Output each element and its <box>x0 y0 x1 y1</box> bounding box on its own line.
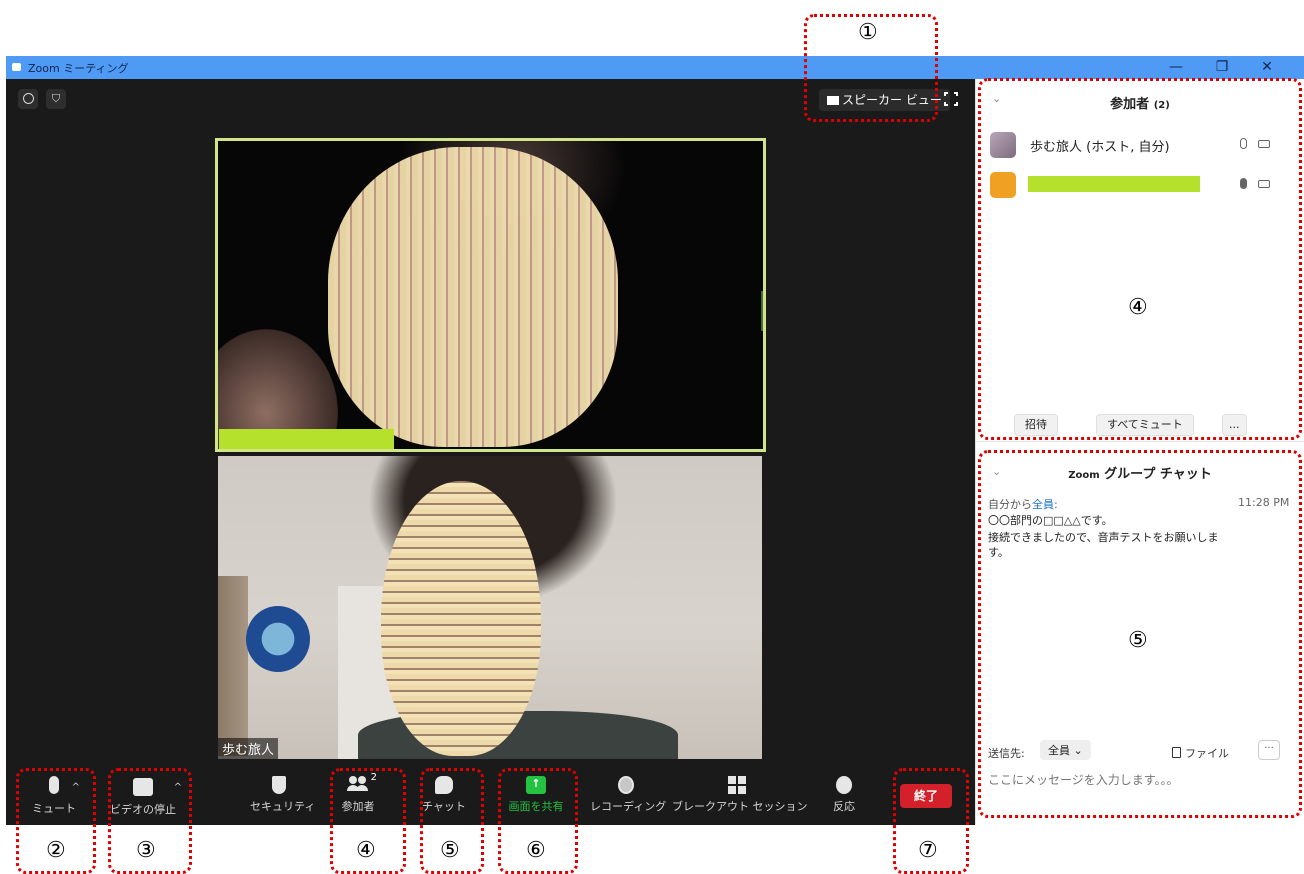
reactions-button[interactable]: 反応 <box>824 760 864 825</box>
annotation-number-3: ③ <box>136 838 156 863</box>
record-button[interactable]: レコーディング <box>590 760 666 825</box>
name-redaction-bar <box>219 429 394 449</box>
screenshot-stage: Zoom ミーティング — ❐ ✕ ⛉ スピーカー ビュー 歩む旅人 ミュート … <box>0 0 1304 874</box>
window-title-bar: Zoom ミーティング — ❐ ✕ <box>6 56 1304 79</box>
record-icon <box>618 776 634 794</box>
self-video[interactable]: 歩む旅人 <box>218 456 762 759</box>
annotation-number-5: ⑤ <box>440 838 460 863</box>
grid-icon <box>728 776 746 794</box>
annotation-number-2: ② <box>46 838 66 863</box>
breakout-sessions-button[interactable]: ブレークアウト セッション <box>672 760 808 825</box>
info-icon[interactable] <box>18 89 38 109</box>
shield-icon[interactable]: ⛉ <box>46 89 66 109</box>
annotation-number-7: ⑦ <box>918 838 938 863</box>
remote-participant-video[interactable] <box>215 138 766 452</box>
security-button[interactable]: セキュリティ <box>250 760 315 825</box>
annotation-number-6: ⑥ <box>526 838 546 863</box>
annotation-number-4: ④ <box>356 838 376 863</box>
close-button[interactable]: ✕ <box>1247 57 1287 78</box>
annotation-box-4-panel <box>978 78 1302 440</box>
restore-button[interactable]: ❐ <box>1202 57 1242 78</box>
face-blur-mask <box>328 147 618 447</box>
annotation-number-5-panel: ⑤ <box>1128 628 1148 653</box>
face-blur-mask <box>381 481 541 756</box>
window-title: Zoom ミーティング <box>28 62 129 75</box>
wall-clock <box>246 606 310 672</box>
annotation-number-4-panel: ④ <box>1128 295 1148 320</box>
meeting-view: ⛉ スピーカー ビュー 歩む旅人 <box>6 79 975 825</box>
shield-icon <box>272 776 286 794</box>
smiley-icon <box>836 776 852 794</box>
fullscreen-icon[interactable] <box>944 92 958 106</box>
minimize-button[interactable]: — <box>1156 57 1196 78</box>
zoom-app-icon <box>12 63 21 71</box>
self-name-tag: 歩む旅人 <box>218 738 279 759</box>
annotation-number-1: ① <box>858 20 878 45</box>
